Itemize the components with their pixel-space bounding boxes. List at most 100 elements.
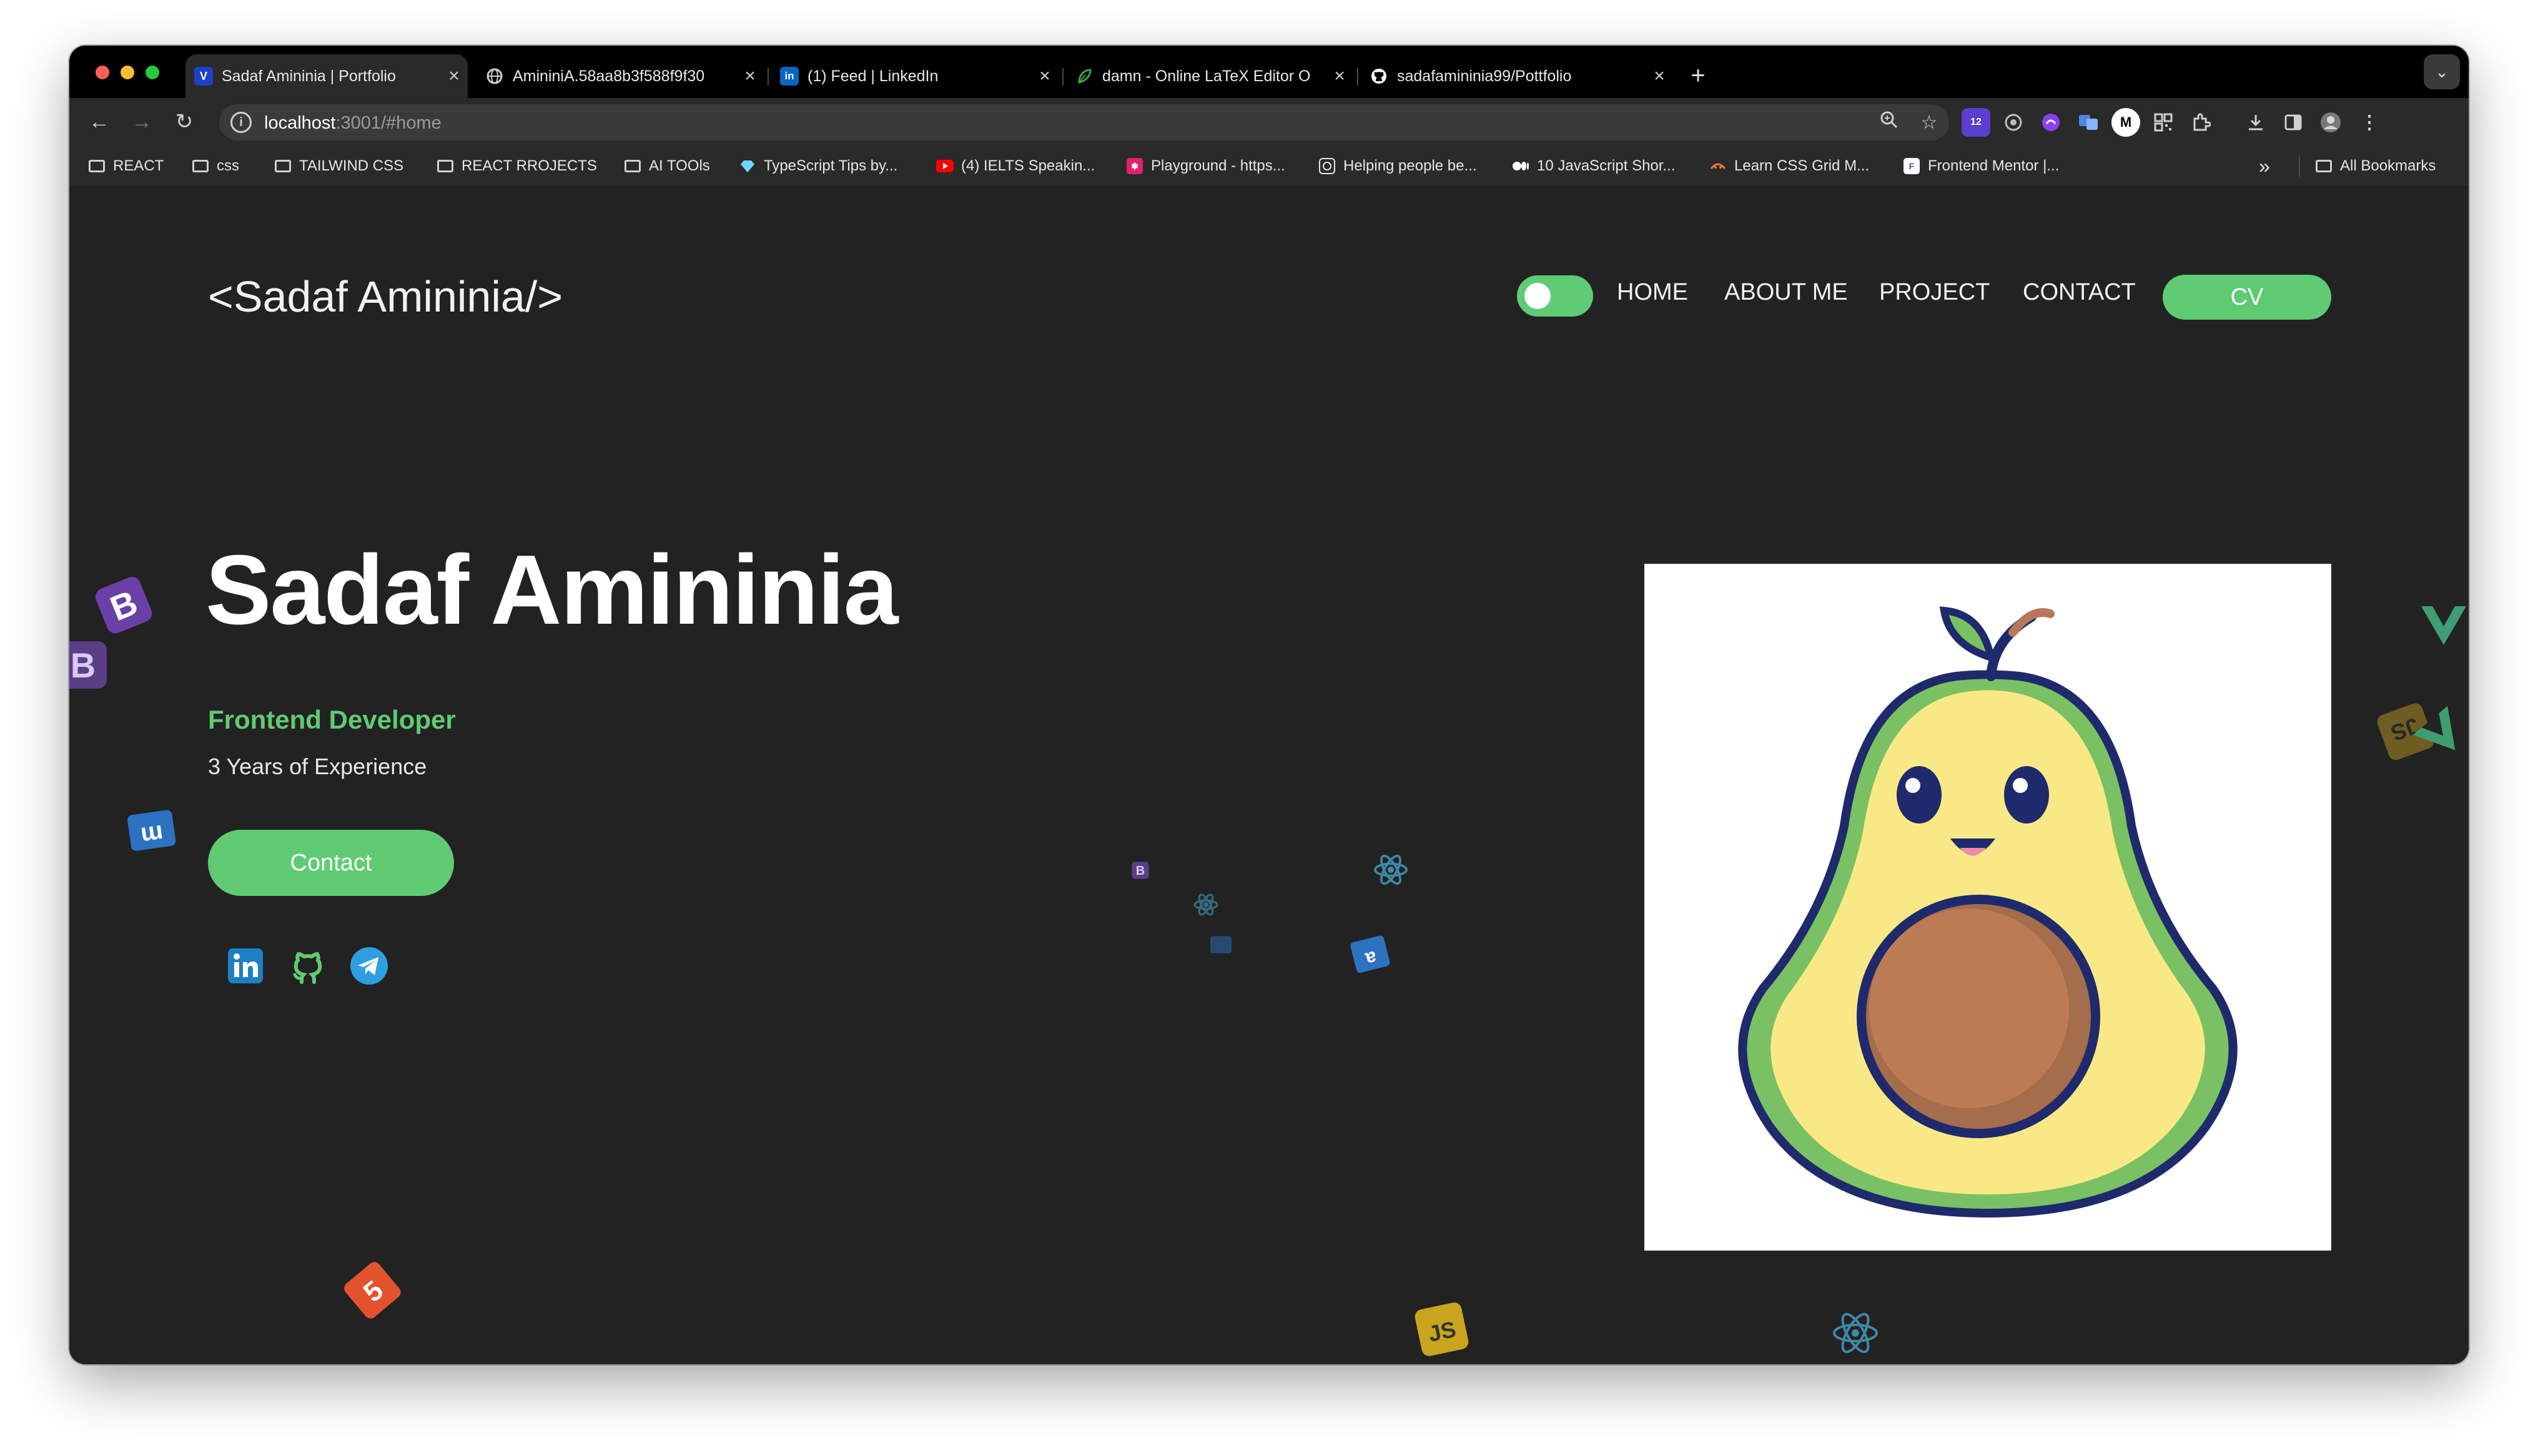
frontend-mentor-icon: F — [1903, 158, 1920, 174]
tab-linkedin[interactable]: in (1) Feed | LinkedIn × — [771, 54, 1059, 98]
linkedin-icon: in — [780, 67, 799, 86]
bootstrap-icon: B — [69, 639, 109, 694]
contact-button[interactable]: Contact — [208, 830, 454, 896]
translate-extension-icon[interactable] — [2074, 108, 2103, 137]
cv-button[interactable]: CV — [2163, 275, 2331, 320]
tab-search-button[interactable]: ⌄ — [2424, 54, 2460, 89]
tab-portfolio[interactable]: V Sadaf Amininia | Portfolio × — [185, 54, 468, 98]
close-tab-icon[interactable]: × — [1646, 66, 1673, 87]
nav-about-me[interactable]: ABOUT ME — [1724, 279, 1848, 306]
back-button[interactable]: ← — [82, 104, 117, 139]
bookmark-label: TAILWIND CSS — [299, 157, 404, 174]
css3-icon: ɯ — [125, 807, 178, 857]
bookmarks-bar: REACT css TAILWIND CSS REACT RROJECTS AI… — [69, 147, 2469, 187]
css3-icon: ɐ — [1348, 930, 1393, 979]
browser-menu-icon[interactable]: ⋮ — [2355, 108, 2384, 137]
tab-title: sadafamininia99/Pottfolio — [1397, 67, 1572, 85]
tab-title: AmininiA.58aa8b3f588f9f30 — [513, 67, 705, 85]
bookmark-css-grid[interactable]: Learn CSS Grid M... — [1709, 155, 1869, 177]
profile-avatar-icon[interactable] — [2316, 108, 2345, 137]
tab-separator — [1357, 68, 1358, 86]
nav-home[interactable]: HOME — [1617, 279, 1688, 306]
folder-icon — [274, 159, 292, 174]
tab-amininia[interactable]: AmininiA.58aa8b3f588f9f30 × — [476, 54, 764, 98]
bookmark-label: AI TOOls — [649, 157, 710, 174]
download-icon[interactable] — [2241, 108, 2270, 137]
bookmark-folder-react-projects[interactable]: REACT RROJECTS — [437, 155, 597, 177]
close-tab-icon[interactable]: × — [1326, 66, 1353, 87]
qr-extension-icon[interactable] — [2149, 108, 2178, 137]
extension-badge-icon[interactable]: 12 — [1962, 108, 1990, 137]
bookmark-javascript-shorthands[interactable]: 10 JavaScript Shor... — [1512, 155, 1675, 177]
bookmarks-overflow-button[interactable]: » — [2259, 155, 2270, 177]
github-icon[interactable] — [288, 946, 328, 986]
telegram-icon[interactable] — [349, 946, 389, 986]
reload-button[interactable]: ↻ — [167, 104, 202, 139]
youtube-icon — [936, 159, 954, 174]
bookmark-label: REACT — [113, 157, 164, 174]
hero-avatar-image — [1644, 564, 2331, 1251]
bookmark-label: css — [217, 157, 239, 174]
close-tab-icon[interactable]: × — [1031, 66, 1059, 87]
react-icon — [1193, 892, 1218, 920]
svg-text:ɯ: ɯ — [139, 817, 164, 847]
folder-icon — [88, 159, 106, 174]
bookmark-label: REACT RROJECTS — [462, 157, 597, 174]
tab-github[interactable]: sadafamininia99/Pottfolio × — [1361, 54, 1673, 98]
forward-button[interactable]: → — [124, 104, 159, 139]
bookmark-folder-tailwind[interactable]: TAILWIND CSS — [274, 155, 403, 177]
medium-icon — [1512, 159, 1529, 174]
zoom-icon[interactable] — [1877, 111, 1902, 135]
tab-overleaf[interactable]: damn - Online LaTeX Editor O × — [1066, 54, 1353, 98]
bookmark-star-icon[interactable]: ☆ — [1917, 111, 1942, 135]
site-info-icon[interactable]: i — [230, 112, 252, 133]
leaf-icon — [1075, 67, 1094, 86]
avocado-illustration — [1738, 606, 2238, 1218]
bookmark-folder-ai-tools[interactable]: AI TOOls — [624, 155, 710, 177]
html5-icon: 5 — [338, 1256, 408, 1327]
hero-name: Sadaf Amininia — [205, 535, 898, 645]
close-tab-icon[interactable]: × — [736, 66, 764, 87]
bookmark-label: Helping people be... — [1343, 157, 1477, 174]
url-text[interactable]: localhost:3001/#home — [264, 113, 442, 134]
bookmark-folder-all[interactable]: All Bookmarks — [2299, 155, 2436, 177]
tab-separator — [1062, 68, 1064, 86]
nav-project[interactable]: PROJECT — [1879, 279, 1990, 306]
bookmark-playground[interactable]: ✱ Playground - https... — [1126, 155, 1285, 177]
close-window-button[interactable] — [96, 66, 109, 79]
toggle-knob — [1524, 283, 1551, 309]
browser-toolbar: ← → ↻ i localhost:3001/#home ☆ 12 M ⋮ — [69, 98, 2469, 147]
tab-title: Sadaf Amininia | Portfolio — [222, 67, 396, 85]
tab-strip: V Sadaf Amininia | Portfolio × AmininiA.… — [69, 46, 2469, 98]
bookmark-label: All Bookmarks — [2340, 157, 2436, 174]
bookmark-folder-css[interactable]: css — [192, 155, 239, 177]
extension-purple-icon[interactable] — [2037, 108, 2065, 137]
bookmark-typescript-tips[interactable]: TypeScript Tips by... — [739, 155, 897, 177]
bookmark-folder-react[interactable]: REACT — [88, 155, 164, 177]
linkedin-icon[interactable] — [225, 946, 265, 986]
site-logo[interactable]: <Sadaf Amininia/> — [208, 272, 563, 322]
close-tab-icon[interactable]: × — [440, 66, 468, 87]
bookmark-label: Frontend Mentor |... — [1928, 157, 2060, 174]
extensions-puzzle-icon[interactable] — [2186, 108, 2215, 137]
bookmark-label: 10 JavaScript Shor... — [1537, 157, 1676, 174]
bookmark-label: Playground - https... — [1151, 157, 1285, 174]
tab-separator — [768, 68, 769, 86]
bookmark-helping-people[interactable]: Helping people be... — [1318, 155, 1477, 177]
bookmark-frontend-mentor[interactable]: F Frontend Mentor |... — [1903, 155, 2059, 177]
bookmark-ielts[interactable]: (4) IELTS Speakin... — [936, 155, 1095, 177]
side-panel-icon[interactable] — [2279, 108, 2308, 137]
maximize-window-button[interactable] — [146, 66, 159, 79]
extension-target-icon[interactable] — [1999, 108, 2028, 137]
medium-extension-icon[interactable]: M — [2111, 108, 2140, 137]
bootstrap-icon: B — [1131, 861, 1150, 883]
react-icon — [1832, 1309, 1879, 1360]
address-bar[interactable]: i localhost:3001/#home ☆ — [219, 104, 1949, 140]
nav-contact[interactable]: CONTACT — [2023, 279, 2136, 306]
github-icon — [1370, 67, 1388, 86]
css3-icon — [1210, 935, 1232, 958]
portfolio-page: <Sadaf Amininia/> HOME ABOUT ME PROJECT … — [69, 185, 2469, 1364]
minimize-window-button[interactable] — [121, 66, 134, 79]
theme-toggle[interactable] — [1517, 275, 1593, 317]
new-tab-button[interactable]: + — [1679, 57, 1717, 94]
